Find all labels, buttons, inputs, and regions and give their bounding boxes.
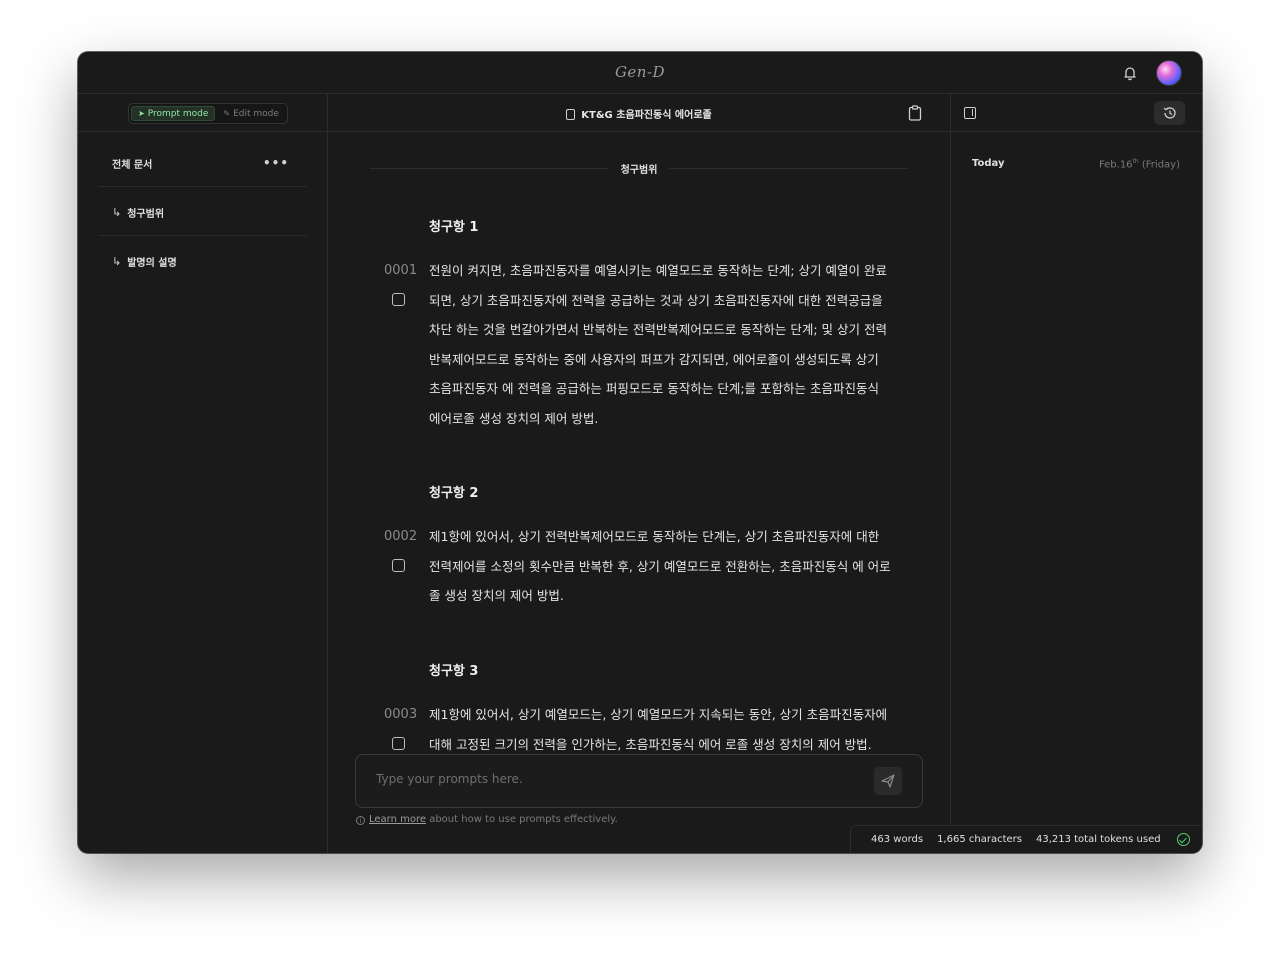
character-count: 1,665 characters xyxy=(937,834,1022,845)
section-title: 청구범위 xyxy=(370,161,908,176)
send-button[interactable] xyxy=(874,767,902,795)
prompt-mode-label: Prompt mode xyxy=(147,108,209,119)
sidebar-item-description[interactable]: ↳ 발명의 설명 xyxy=(112,254,177,269)
prompt-box xyxy=(355,754,923,808)
document-title: KT&G 초음파진동식 에어로졸 xyxy=(328,106,950,121)
pencil-icon: ✎ xyxy=(223,109,231,118)
history-date: Feb.16th (Friday) xyxy=(1099,158,1180,170)
claim-text[interactable]: 전원이 켜지면, 초음파진동자를 예열시키는 예열모드로 동작하는 단계; 상기… xyxy=(429,256,891,434)
paragraph-checkbox[interactable] xyxy=(392,559,405,572)
left-subbar: ➤ Prompt mode ✎ Edit mode xyxy=(78,94,327,132)
paragraph-checkbox[interactable] xyxy=(392,737,405,750)
right-subbar xyxy=(951,94,1202,132)
user-avatar[interactable] xyxy=(1156,60,1182,86)
history-icon xyxy=(1163,107,1176,119)
history-panel: Today Feb.16th (Friday) xyxy=(951,94,1202,853)
send-small-icon: ➤ xyxy=(138,109,145,118)
date-main: Feb.16 xyxy=(1098,159,1133,171)
subdirectory-arrow-icon: ↳ xyxy=(112,255,122,268)
history-group-today: Today xyxy=(972,158,1005,169)
check-circle-icon xyxy=(1176,833,1190,846)
prompt-hint: i Learn more about how to use prompts eff… xyxy=(356,814,618,825)
divider xyxy=(98,186,307,187)
sidebar-toggle-icon[interactable] xyxy=(964,107,976,119)
document-title-text: KT&G 초음파진동식 에어로졸 xyxy=(581,110,712,121)
claim-heading: 청구항 1 xyxy=(429,220,479,235)
subdirectory-arrow-icon: ↳ xyxy=(112,206,122,219)
history-button[interactable] xyxy=(1154,101,1185,125)
token-count: 43,213 total tokens used xyxy=(1035,834,1161,845)
top-bar: Gen-D xyxy=(78,52,1202,94)
claim-text[interactable]: 제1항에 있어서, 상기 전력반복제어모드로 동작하는 단계는, 상기 초음파진… xyxy=(429,522,891,611)
edit-mode-label: Edit mode xyxy=(233,108,279,119)
section-title-text: 청구범위 xyxy=(608,161,670,176)
center-subbar: KT&G 초음파진동식 에어로졸 xyxy=(328,94,950,132)
claim-text[interactable]: 제1항에 있어서, 상기 예열모드는, 상기 예열모드가 지속되는 동안, 상기… xyxy=(429,700,891,754)
claim-heading: 청구항 3 xyxy=(429,664,479,679)
clipboard-icon[interactable] xyxy=(908,105,922,121)
send-icon xyxy=(881,774,895,788)
more-icon[interactable]: ••• xyxy=(263,156,289,170)
edit-mode-button[interactable]: ✎ Edit mode xyxy=(217,106,285,121)
info-icon: i xyxy=(356,816,365,825)
sidebar-item-label: 발명의 설명 xyxy=(127,258,177,269)
date-weekday: (Friday) xyxy=(1138,159,1180,171)
claim-heading: 청구항 2 xyxy=(429,486,479,501)
paragraph-checkbox[interactable] xyxy=(392,293,405,306)
mode-toggle: ➤ Prompt mode ✎ Edit mode xyxy=(128,103,288,124)
prompt-mode-button[interactable]: ➤ Prompt mode xyxy=(131,106,216,121)
app-logo: Gen-D xyxy=(614,63,666,81)
bell-icon[interactable] xyxy=(1122,65,1138,81)
claims-content: 청구항 1 0001 전원이 켜지면, 초음파진동자를 예열시키는 예열모드로 … xyxy=(328,194,950,754)
hint-text: about how to use prompts effectively. xyxy=(426,814,618,825)
all-documents-label: 전체 문서 xyxy=(112,160,153,171)
paragraph-number: 0001 xyxy=(384,263,418,278)
left-sidebar: ➤ Prompt mode ✎ Edit mode 전체 문서 ••• ↳ 청구… xyxy=(78,94,328,853)
paragraph-number: 0002 xyxy=(384,529,418,544)
app-window: Gen-D ➤ Prompt mode ✎ Edit mode 전체 문서 ••… xyxy=(78,52,1202,853)
document-icon xyxy=(566,109,576,120)
paragraph-number: 0003 xyxy=(384,707,418,722)
document-editor: KT&G 초음파진동식 에어로졸 청구범위 청구항 1 0001 전원이 켜지면… xyxy=(328,94,951,853)
learn-more-link[interactable]: Learn more xyxy=(369,814,426,825)
sidebar-item-label: 청구범위 xyxy=(127,209,165,220)
sidebar-item-claims[interactable]: ↳ 청구범위 xyxy=(112,205,164,220)
status-bar: 463 words 1,665 characters 43,213 total … xyxy=(850,825,1202,853)
all-documents-header[interactable]: 전체 문서 ••• xyxy=(112,156,303,172)
divider xyxy=(98,235,307,236)
word-count: 463 words xyxy=(871,834,924,845)
prompt-input[interactable] xyxy=(376,772,856,786)
